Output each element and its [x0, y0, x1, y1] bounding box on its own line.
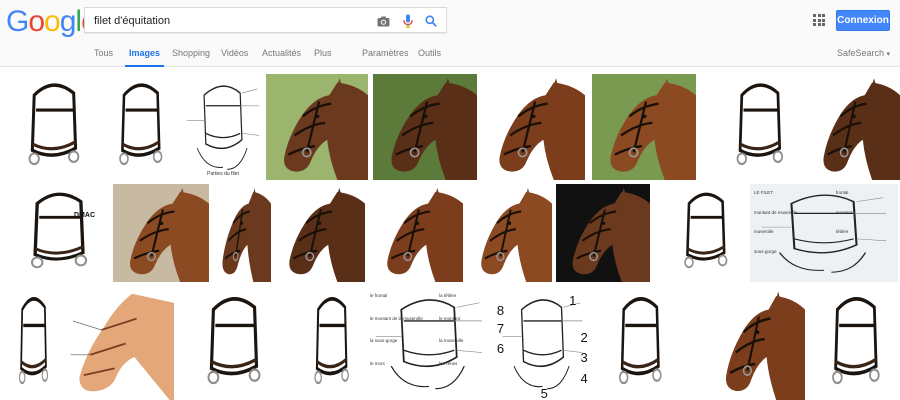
tab-settings[interactable]: Paramètres — [362, 48, 409, 67]
microphone-icon[interactable] — [399, 12, 417, 30]
safesearch-menu[interactable]: SafeSearch ▾ — [837, 48, 890, 58]
signin-button[interactable]: Connexion — [836, 10, 890, 31]
diagram-label: le frontal — [370, 293, 388, 298]
safesearch-label: SafeSearch — [836, 48, 884, 58]
image-result[interactable] — [273, 184, 365, 282]
search-tabs: Tous Images Shopping Vidéos Actualités P… — [0, 44, 900, 67]
diagram-label: le mors — [370, 360, 385, 366]
image-result[interactable] — [665, 184, 745, 282]
diagram-label: montant — [835, 209, 853, 215]
logo-letter: g — [59, 5, 77, 38]
tab-images[interactable]: Images — [125, 48, 165, 67]
image-result[interactable]: Parties du filet — [180, 74, 266, 180]
search-icon[interactable] — [422, 12, 440, 30]
diagram-label: la sous-gorge — [370, 338, 398, 344]
diagram-number: 4 — [580, 370, 588, 386]
image-result[interactable] — [481, 74, 585, 180]
brand-label: DMAC — [74, 212, 95, 219]
diagram-label: la muserolle — [439, 338, 464, 344]
image-result[interactable] — [373, 74, 477, 180]
camera-icon[interactable] — [374, 12, 392, 30]
tab-all[interactable]: Tous — [94, 48, 113, 67]
image-result[interactable] — [709, 287, 805, 400]
image-result[interactable] — [113, 184, 209, 282]
chevron-down-icon: ▾ — [886, 51, 890, 58]
image-result[interactable] — [592, 74, 696, 180]
image-result[interactable] — [6, 74, 100, 180]
search-box[interactable] — [84, 7, 447, 33]
tab-videos[interactable]: Vidéos — [221, 48, 248, 67]
image-result[interactable] — [266, 74, 368, 180]
search-input[interactable] — [94, 12, 364, 30]
apps-grid-icon[interactable] — [813, 14, 825, 26]
tab-shopping[interactable]: Shopping — [172, 48, 210, 67]
image-result[interactable] — [64, 287, 174, 400]
image-result[interactable] — [212, 184, 271, 282]
image-result[interactable] — [556, 184, 650, 282]
tab-tools[interactable]: Outils — [418, 48, 441, 67]
diagram-label: le montant — [439, 315, 461, 321]
diagram-label: frontal — [835, 190, 849, 195]
image-result[interactable] — [600, 287, 679, 400]
image-result[interactable] — [466, 184, 552, 282]
image-result[interactable] — [100, 74, 180, 180]
image-result[interactable] — [807, 74, 900, 180]
image-result[interactable] — [811, 287, 899, 400]
diagram-number: 8 — [496, 302, 505, 318]
logo-letter: o — [44, 5, 61, 38]
image-result[interactable] — [716, 74, 802, 180]
tab-more[interactable]: Plus — [314, 48, 332, 67]
image-results-grid: Parties du filet DMAC LE FILET frontal m… — [0, 74, 900, 400]
image-result[interactable]: le frontal la têtière le montant de la mus… — [366, 287, 492, 400]
image-result[interactable]: DMAC — [6, 184, 110, 282]
diagram-number: 2 — [580, 329, 588, 345]
image-caption: Parties du filet — [207, 171, 239, 177]
diagram-number: 5 — [540, 386, 548, 400]
tab-news[interactable]: Actualités — [262, 48, 301, 67]
diagram-label: montant de muserolle — [754, 209, 798, 215]
image-result[interactable]: LE FILET frontal montant de muserolle monta… — [750, 184, 898, 282]
diagram-number: 7 — [496, 320, 505, 336]
diagram-label: la têtière — [439, 293, 457, 298]
diagram-label: LE FILET — [754, 190, 774, 195]
diagram-number: 6 — [496, 341, 505, 357]
logo-letter: o — [28, 5, 45, 38]
logo-letter: G — [6, 5, 29, 38]
image-result[interactable] — [6, 287, 60, 400]
diagram-label: les rênes — [439, 360, 458, 366]
diagram-label: le montant de la muserolle — [370, 315, 423, 321]
image-result[interactable] — [184, 287, 282, 400]
top-bar: Google Connexion Tous Images Shopping Vi… — [0, 0, 900, 67]
diagram-label: muserolle — [754, 229, 774, 235]
diagram-number: 1 — [569, 292, 577, 308]
image-result[interactable] — [371, 184, 463, 282]
diagram-label: têtière — [835, 229, 849, 235]
image-result[interactable]: 1 2 3 4 5 6 7 8 — [495, 287, 590, 400]
diagram-number: 3 — [580, 350, 588, 366]
diagram-label: sous-gorge — [754, 248, 777, 254]
image-result[interactable] — [299, 287, 363, 400]
